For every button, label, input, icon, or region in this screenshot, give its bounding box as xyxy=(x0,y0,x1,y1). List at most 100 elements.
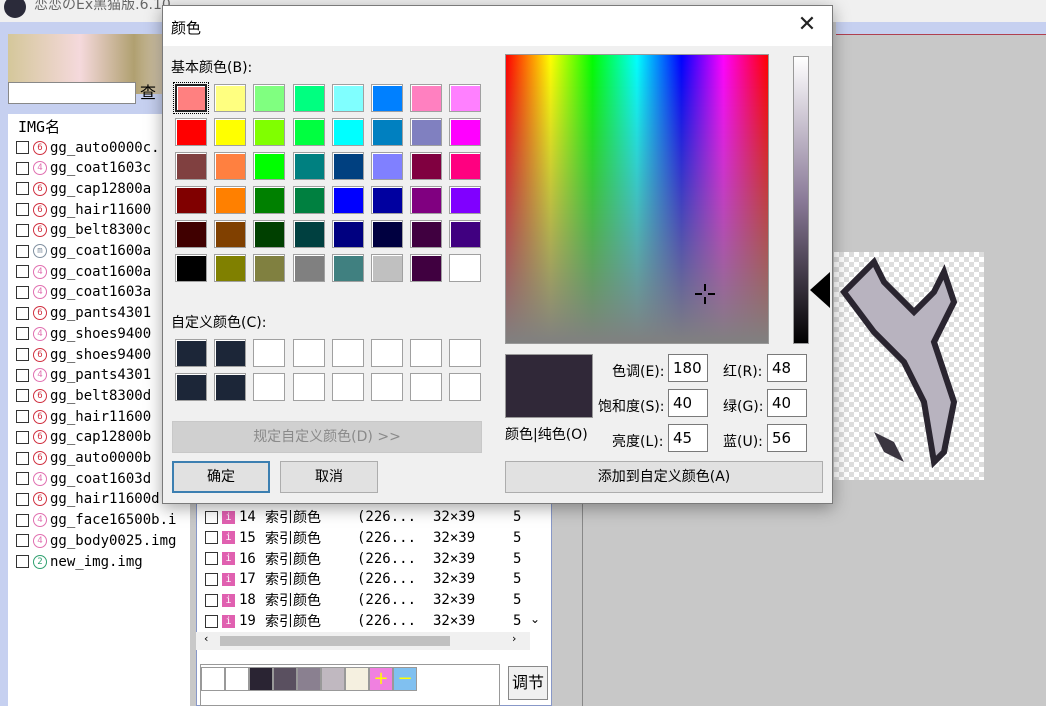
scroll-down-icon[interactable]: ⌄ xyxy=(530,612,540,626)
basic-color-swatch[interactable] xyxy=(175,118,207,146)
basic-color-swatch[interactable] xyxy=(371,254,403,282)
img-list-item[interactable]: 6 gg_hair11600 xyxy=(16,199,151,220)
basic-color-swatch[interactable] xyxy=(449,186,482,214)
search-button[interactable]: 查 xyxy=(140,82,164,104)
basic-color-swatch[interactable] xyxy=(173,82,209,114)
basic-color-swatch[interactable] xyxy=(253,84,286,112)
basic-color-swatch[interactable] xyxy=(371,118,403,146)
custom-color-swatch[interactable] xyxy=(410,339,443,367)
basic-color-swatch[interactable] xyxy=(214,254,247,282)
checkbox[interactable] xyxy=(205,552,218,566)
checkbox[interactable] xyxy=(205,572,218,586)
checkbox[interactable] xyxy=(16,534,29,548)
custom-color-swatch[interactable] xyxy=(410,373,443,401)
basic-color-swatch[interactable] xyxy=(175,254,207,282)
checkbox[interactable] xyxy=(16,327,29,341)
checkbox[interactable] xyxy=(16,472,29,486)
scroll-right-icon[interactable]: › xyxy=(512,632,516,645)
scroll-left-icon[interactable]: ‹ xyxy=(204,632,208,645)
basic-color-swatch[interactable] xyxy=(410,254,443,282)
img-list-item[interactable]: 6 gg_cap12800a xyxy=(16,178,151,199)
basic-color-swatch[interactable] xyxy=(449,152,482,180)
luminance-field[interactable]: 45 xyxy=(668,424,708,452)
basic-color-swatch[interactable] xyxy=(449,220,482,248)
define-custom-colors-button[interactable]: 规定自定义颜色(D) >> xyxy=(172,421,482,453)
custom-color-swatch[interactable] xyxy=(449,373,482,401)
blue-field[interactable]: 56 xyxy=(767,424,807,452)
frame-row[interactable]: i 16 索引颜色 (226... 32×39 5 xyxy=(205,549,533,569)
basic-color-swatch[interactable] xyxy=(292,220,325,248)
basic-color-swatch[interactable] xyxy=(292,254,325,282)
custom-color-swatch[interactable] xyxy=(331,339,364,367)
basic-color-swatch[interactable] xyxy=(371,220,403,248)
checkbox[interactable] xyxy=(16,430,29,444)
custom-color-swatch[interactable] xyxy=(214,339,247,367)
basic-color-swatch[interactable] xyxy=(292,84,325,112)
checkbox[interactable] xyxy=(205,510,218,524)
basic-color-swatch[interactable] xyxy=(253,186,286,214)
custom-color-swatch[interactable] xyxy=(449,339,482,367)
checkbox[interactable] xyxy=(16,348,29,361)
img-list-item[interactable]: 6 gg_shoes9400 xyxy=(16,344,151,365)
ok-button[interactable]: 确定 xyxy=(172,461,270,493)
basic-color-swatch[interactable] xyxy=(331,220,364,248)
checkbox[interactable] xyxy=(16,368,29,382)
custom-color-swatch[interactable] xyxy=(331,373,364,401)
img-list-item[interactable]: m gg_coat1600a xyxy=(16,241,151,262)
basic-color-swatch[interactable] xyxy=(292,118,325,146)
basic-color-swatch[interactable] xyxy=(410,84,443,112)
search-input[interactable] xyxy=(8,82,136,104)
basic-color-swatch[interactable] xyxy=(175,186,207,214)
img-list-item[interactable]: 6 gg_pants4301 xyxy=(16,303,151,324)
palette-cell[interactable] xyxy=(297,667,321,691)
custom-color-swatch[interactable] xyxy=(214,373,247,401)
basic-color-swatch[interactable] xyxy=(410,152,443,180)
img-list-item[interactable]: 4 gg_coat1600a xyxy=(16,261,151,282)
red-field[interactable]: 48 xyxy=(767,354,807,382)
frame-row[interactable]: i 17 索引颜色 (226... 32×39 5 xyxy=(205,569,533,589)
basic-color-swatch[interactable] xyxy=(214,186,247,214)
basic-color-swatch[interactable] xyxy=(449,84,482,112)
basic-color-swatch[interactable] xyxy=(371,152,403,180)
checkbox[interactable] xyxy=(16,306,29,320)
basic-color-swatch[interactable] xyxy=(253,152,286,180)
palette-cell[interactable] xyxy=(249,667,273,691)
img-list-item[interactable]: 4 gg_face16500b.i xyxy=(16,510,176,531)
basic-color-swatch[interactable] xyxy=(371,84,403,112)
basic-color-swatch[interactable] xyxy=(175,152,207,180)
img-list-item[interactable]: 4 gg_pants4301 xyxy=(16,365,151,386)
frame-row[interactable]: i 18 索引颜色 (226... 32×39 5 xyxy=(205,590,533,610)
adjust-button[interactable]: 调节 xyxy=(508,666,548,700)
img-list-item[interactable]: 6 gg_belt8300d xyxy=(16,385,151,406)
basic-color-swatch[interactable] xyxy=(175,220,207,248)
basic-color-swatch[interactable] xyxy=(292,152,325,180)
cancel-button[interactable]: 取消 xyxy=(280,461,378,493)
custom-color-swatch[interactable] xyxy=(292,339,325,367)
basic-color-swatch[interactable] xyxy=(331,254,364,282)
checkbox[interactable] xyxy=(16,223,29,237)
img-list-item[interactable]: 6 gg_hair11600 xyxy=(16,406,151,427)
hue-field[interactable]: 180 xyxy=(668,354,708,382)
custom-color-swatch[interactable] xyxy=(175,373,207,401)
basic-color-swatch[interactable] xyxy=(449,254,482,282)
saturation-field[interactable]: 40 xyxy=(668,389,708,417)
checkbox[interactable] xyxy=(205,593,218,607)
close-icon[interactable]: ✕ xyxy=(793,12,821,40)
checkbox[interactable] xyxy=(16,161,29,175)
luminance-slider[interactable] xyxy=(793,56,809,344)
basic-color-swatch[interactable] xyxy=(410,220,443,248)
checkbox[interactable] xyxy=(16,451,29,465)
palette-cell[interactable] xyxy=(273,667,297,691)
img-list-item[interactable]: 6 gg_auto0000b xyxy=(16,448,151,469)
custom-color-swatch[interactable] xyxy=(371,339,403,367)
basic-color-swatch[interactable] xyxy=(410,186,443,214)
img-list-item[interactable]: 4 gg_coat1603c xyxy=(16,158,151,179)
basic-color-swatch[interactable] xyxy=(214,152,247,180)
checkbox[interactable] xyxy=(205,531,218,545)
basic-color-swatch[interactable] xyxy=(253,118,286,146)
basic-color-swatch[interactable] xyxy=(410,118,443,146)
basic-color-swatch[interactable] xyxy=(449,118,482,146)
basic-color-swatch[interactable] xyxy=(331,118,364,146)
img-list-item[interactable]: 4 gg_shoes9400 xyxy=(16,323,151,344)
basic-color-swatch[interactable] xyxy=(214,84,247,112)
